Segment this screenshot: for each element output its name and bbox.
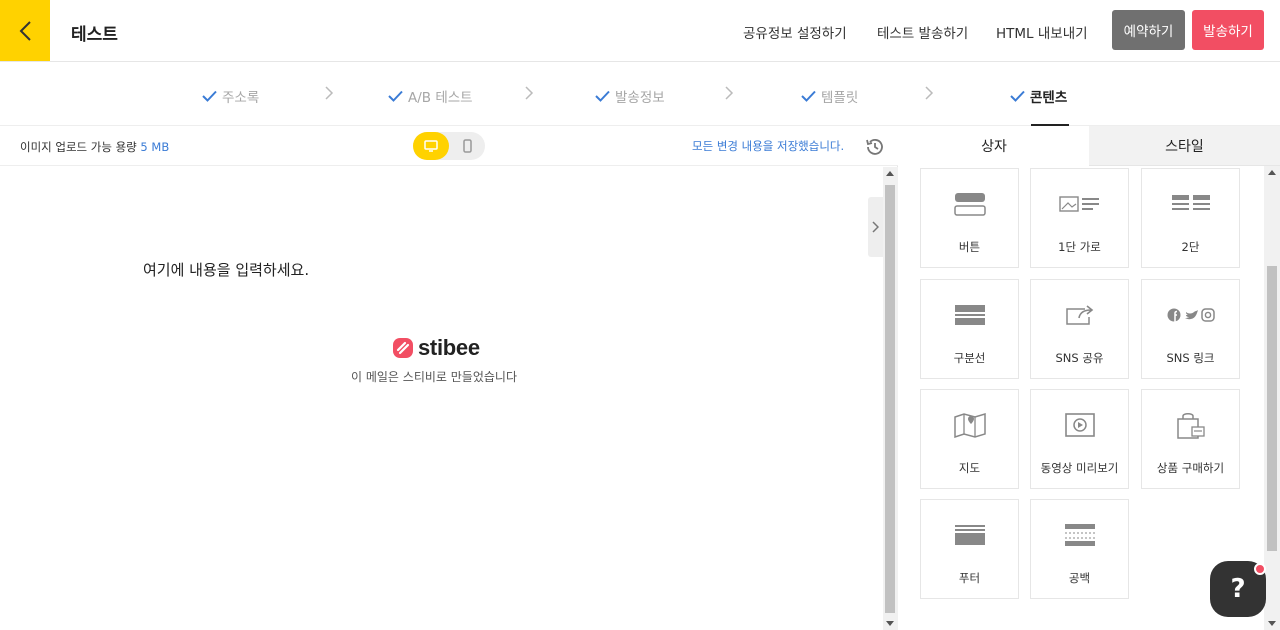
block-tile-map[interactable]: 지도 bbox=[920, 389, 1019, 489]
block-tile-button[interactable]: 버튼 bbox=[920, 168, 1019, 268]
video-icon bbox=[1064, 413, 1095, 437]
stibee-logo: stibee bbox=[392, 335, 480, 361]
step-template[interactable]: 템플릿 bbox=[801, 86, 858, 106]
editor-toolbar: 이미지 업로드 가능 용량 5 MB 모든 변경 내용을 저장했습니다. bbox=[0, 126, 898, 166]
tile-label: 공백 bbox=[1068, 571, 1091, 585]
upload-label: 이미지 업로드 가능 용량 bbox=[20, 140, 137, 154]
save-status: 모든 변경 내용을 저장했습니다. bbox=[692, 139, 845, 153]
sns-links-icon bbox=[1167, 308, 1215, 322]
device-toggle bbox=[413, 132, 485, 160]
scroll-up-arrow[interactable] bbox=[886, 171, 894, 176]
html-export-link[interactable]: HTML 내보내기 bbox=[996, 22, 1088, 42]
chevron-right-icon bbox=[872, 221, 879, 233]
step-navigation: 주소록 A/B 테스트 발송정보 템플릿 콘텐츠 bbox=[0, 62, 1280, 126]
map-icon bbox=[953, 412, 986, 438]
scroll-up-arrow[interactable] bbox=[1268, 170, 1276, 175]
shopping-bag-icon bbox=[1176, 413, 1205, 439]
mobile-icon bbox=[462, 139, 472, 153]
share-settings-link[interactable]: 공유정보 설정하기 bbox=[743, 22, 847, 42]
spacer-icon bbox=[1064, 524, 1095, 546]
panel-scrollbar[interactable] bbox=[1264, 166, 1280, 630]
share-icon bbox=[1065, 305, 1093, 325]
email-body-text[interactable]: 여기에 내용을 입력하세요. bbox=[143, 259, 309, 280]
page-title: 테스트 bbox=[71, 25, 118, 45]
block-tile-divider[interactable]: 구분선 bbox=[920, 279, 1019, 379]
stibee-logo-mark-icon bbox=[393, 338, 413, 358]
step-label: 주소록 bbox=[222, 90, 260, 106]
tile-label: 지도 bbox=[958, 461, 981, 475]
tile-label: 푸터 bbox=[958, 571, 981, 585]
block-tile-two-column[interactable]: 2단 bbox=[1141, 168, 1240, 268]
button-block-icon bbox=[953, 193, 986, 216]
editor-area: 이미지 업로드 가능 용량 5 MB 모든 변경 내용을 저장했습니다. 여기에… bbox=[0, 126, 898, 630]
scroll-down-arrow[interactable] bbox=[1268, 621, 1276, 626]
one-column-horizontal-icon bbox=[1058, 196, 1099, 212]
check-icon bbox=[1010, 90, 1025, 102]
step-label: 콘텐츠 bbox=[1030, 90, 1068, 106]
upload-size: 5 MB bbox=[140, 140, 170, 154]
scrollbar-thumb[interactable] bbox=[885, 185, 895, 613]
tile-label: SNS 공유 bbox=[1055, 351, 1104, 365]
reserve-button[interactable]: 예약하기 bbox=[1112, 10, 1185, 50]
step-label: 템플릿 bbox=[821, 90, 859, 106]
block-tile-sns-links[interactable]: SNS 링크 bbox=[1141, 279, 1240, 379]
send-button[interactable]: 발송하기 bbox=[1192, 10, 1264, 50]
step-label: A/B 테스트 bbox=[408, 90, 473, 106]
check-icon bbox=[801, 90, 816, 102]
help-icon: ? bbox=[1230, 574, 1246, 604]
scrollbar-thumb[interactable] bbox=[1267, 266, 1277, 551]
scroll-down-arrow[interactable] bbox=[886, 621, 894, 626]
tile-label: 동영상 미리보기 bbox=[1040, 461, 1119, 475]
blocks-panel: 상자 스타일 버튼 1단 가로 2단 구분선 SNS 공유 SNS 링크 지도 … bbox=[899, 126, 1280, 630]
desktop-view-button[interactable] bbox=[413, 132, 449, 160]
chevron-left-icon bbox=[19, 20, 31, 41]
notification-dot bbox=[1254, 563, 1266, 575]
tile-label: 1단 가로 bbox=[1058, 240, 1101, 254]
check-icon bbox=[595, 90, 610, 102]
tab-style[interactable]: 스타일 bbox=[1089, 126, 1280, 166]
test-send-link[interactable]: 테스트 발송하기 bbox=[877, 22, 968, 42]
divider-icon bbox=[954, 305, 985, 325]
tile-label: 버튼 bbox=[958, 240, 981, 254]
step-address-book[interactable]: 주소록 bbox=[202, 86, 259, 106]
made-by-text: 이 메일은 스티비로 만들었습니다 bbox=[351, 370, 518, 384]
chevron-right-icon bbox=[325, 86, 334, 100]
block-tile-footer[interactable]: 푸터 bbox=[920, 499, 1019, 599]
footer-icon bbox=[954, 525, 985, 545]
block-tile-spacer[interactable]: 공백 bbox=[1030, 499, 1129, 599]
block-tile-sns-share[interactable]: SNS 공유 bbox=[1030, 279, 1129, 379]
stibee-wordmark: stibee bbox=[418, 335, 480, 360]
step-content[interactable]: 콘텐츠 bbox=[1010, 86, 1067, 106]
upload-capacity-info: 이미지 업로드 가능 용량 5 MB bbox=[20, 139, 169, 155]
step-label: 발송정보 bbox=[615, 90, 665, 106]
chevron-right-icon bbox=[725, 86, 734, 100]
check-icon bbox=[388, 90, 403, 102]
block-tile-one-column[interactable]: 1단 가로 bbox=[1030, 168, 1129, 268]
mobile-view-button[interactable] bbox=[449, 132, 485, 160]
tile-label: SNS 링크 bbox=[1166, 351, 1215, 365]
tile-label: 구분선 bbox=[953, 351, 986, 365]
desktop-icon bbox=[424, 140, 438, 152]
two-column-icon bbox=[1171, 195, 1210, 210]
block-tile-video[interactable]: 동영상 미리보기 bbox=[1030, 389, 1129, 489]
check-icon bbox=[202, 90, 217, 102]
email-canvas: 여기에 내용을 입력하세요. stibee 이 메일은 스티비로 만들었습니다 bbox=[0, 167, 883, 630]
chevron-right-icon bbox=[925, 86, 934, 100]
chevron-right-icon bbox=[525, 86, 534, 100]
tile-label: 상품 구매하기 bbox=[1156, 461, 1225, 475]
step-send-info[interactable]: 발송정보 bbox=[595, 86, 665, 106]
history-icon[interactable] bbox=[864, 136, 886, 158]
editor-scrollbar[interactable] bbox=[883, 167, 898, 630]
collapse-panel-tab[interactable] bbox=[868, 197, 883, 257]
tile-label: 2단 bbox=[1181, 240, 1200, 254]
step-ab-test[interactable]: A/B 테스트 bbox=[388, 86, 473, 106]
block-tile-product-purchase[interactable]: 상품 구매하기 bbox=[1141, 389, 1240, 489]
top-header: 테스트 공유정보 설정하기 테스트 발송하기 HTML 내보내기 예약하기 발송… bbox=[0, 0, 1280, 62]
block-tiles: 버튼 1단 가로 2단 구분선 SNS 공유 SNS 링크 지도 동영상 미리보… bbox=[899, 166, 1264, 630]
back-button[interactable] bbox=[0, 0, 50, 61]
tab-box[interactable]: 상자 bbox=[899, 126, 1089, 166]
